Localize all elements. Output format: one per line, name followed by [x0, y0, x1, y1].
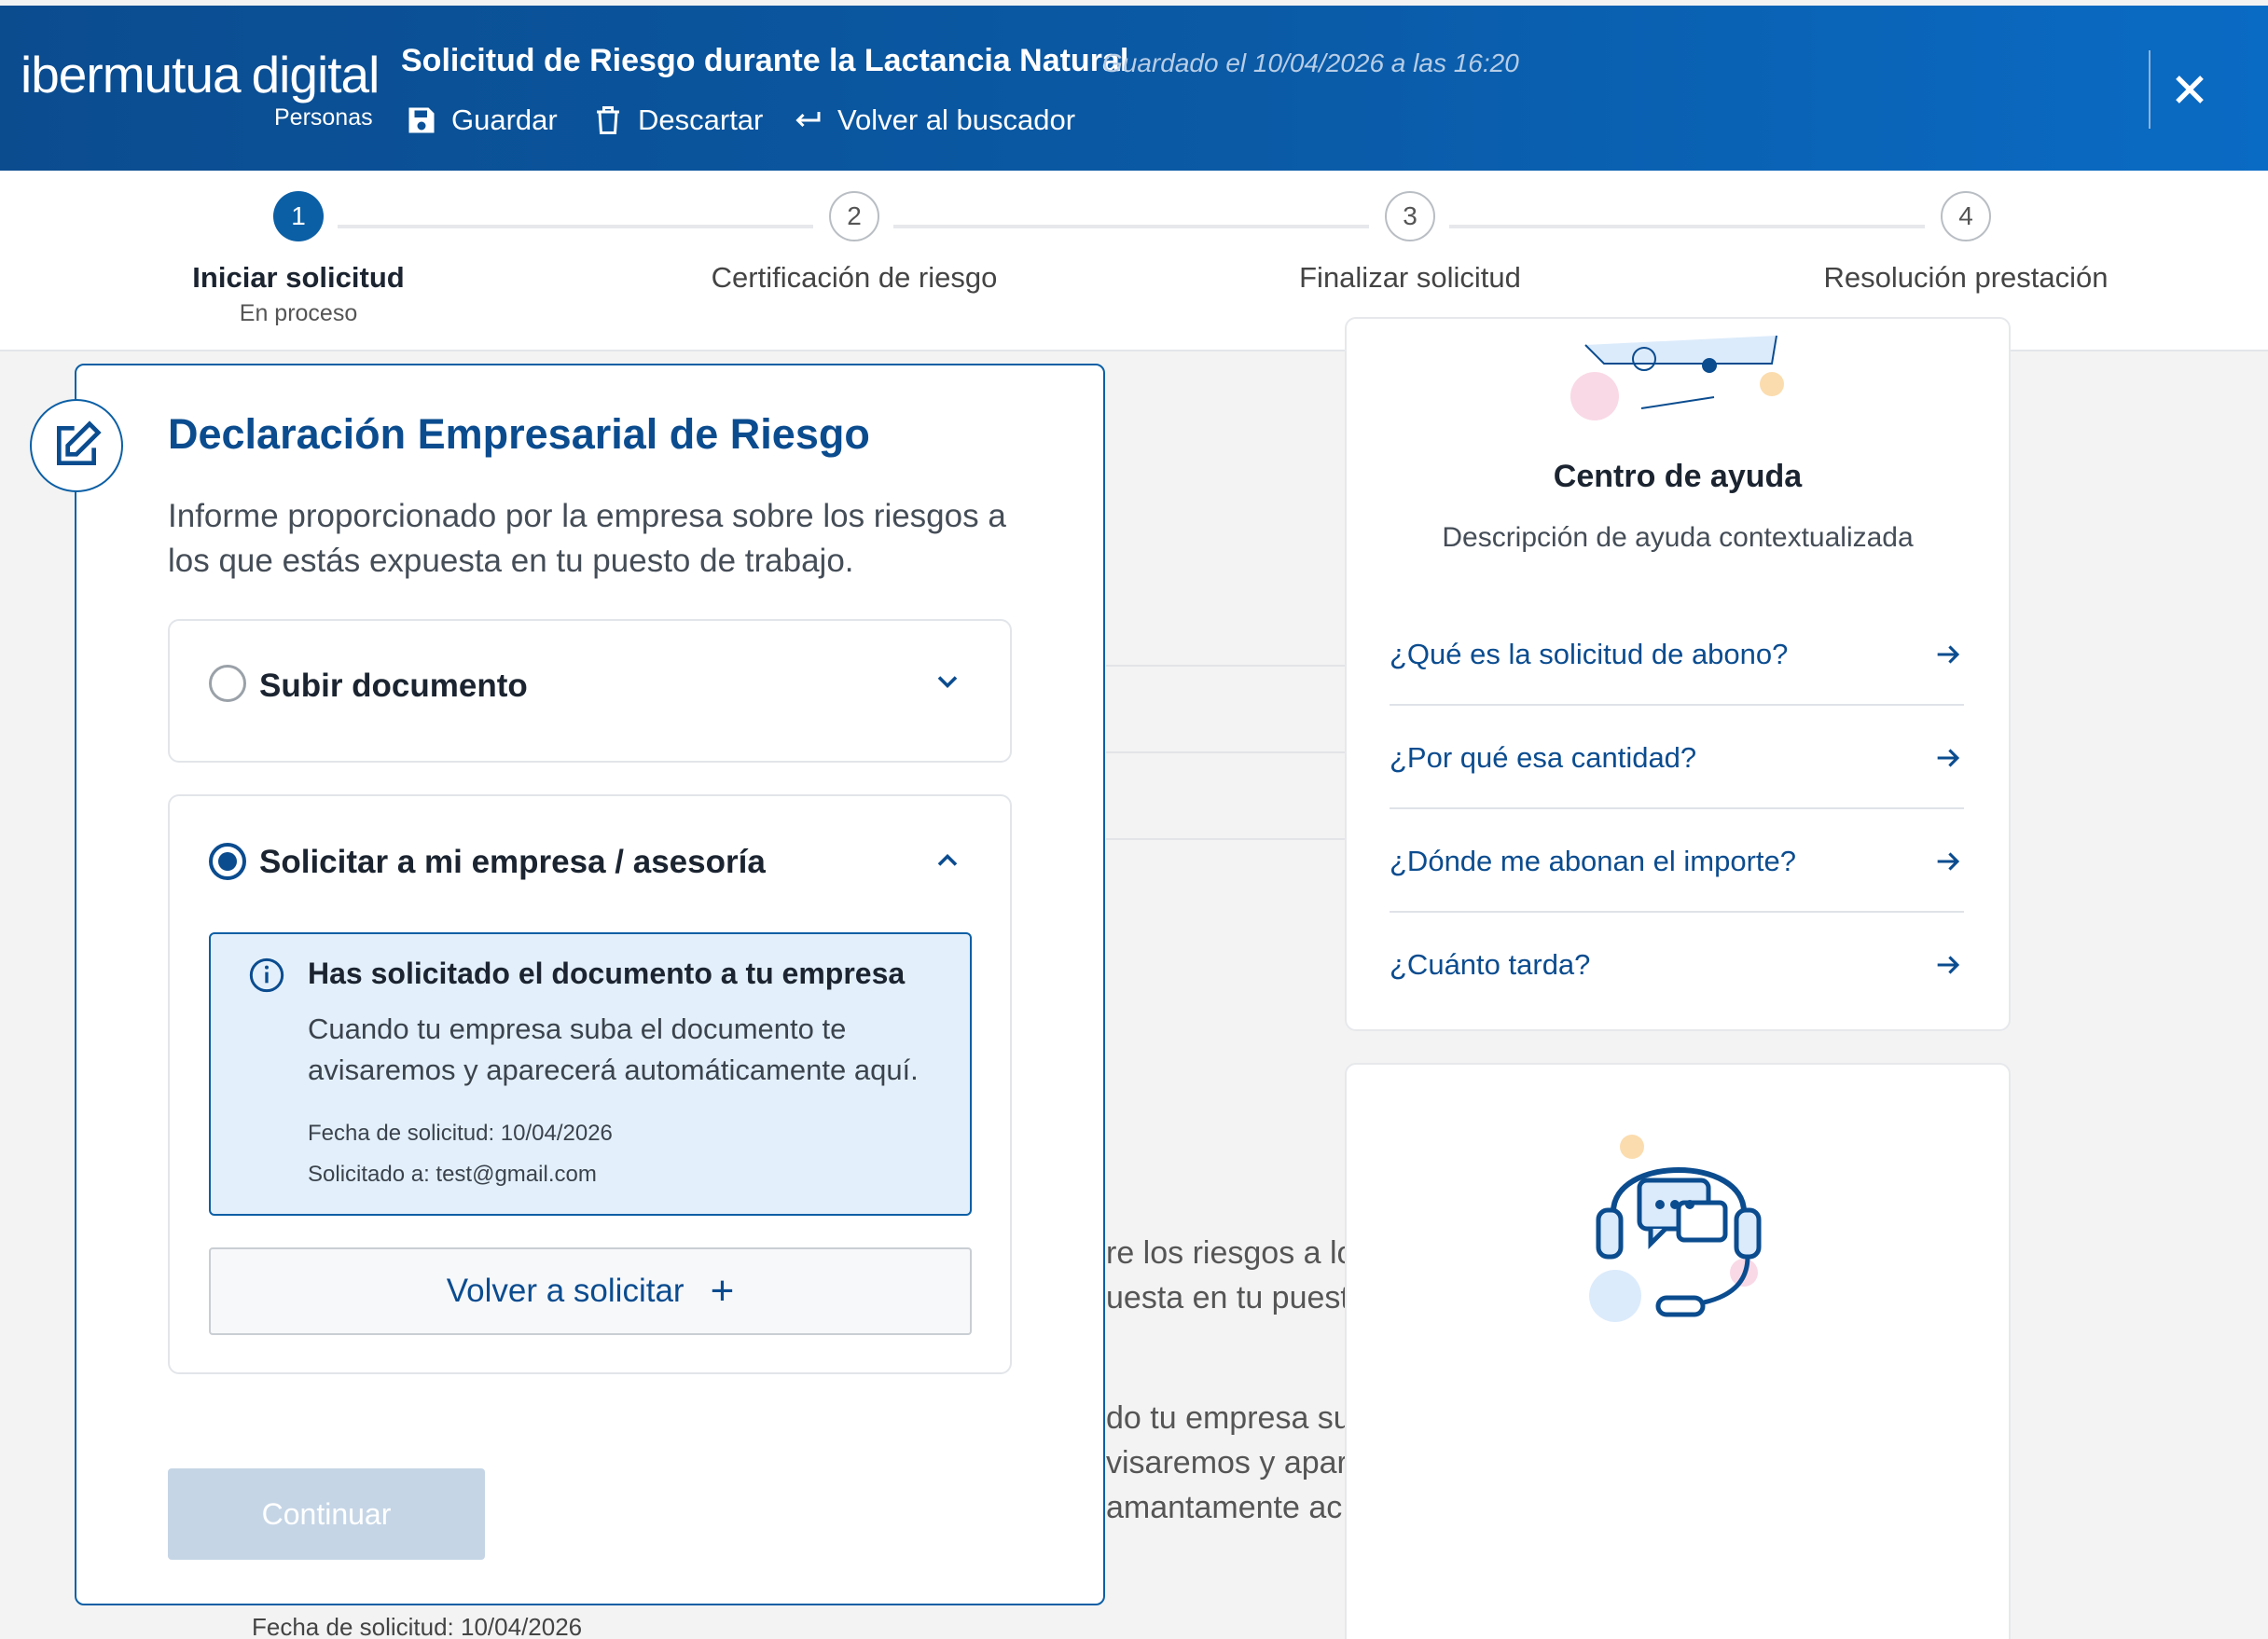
- chevron-up-icon[interactable]: [931, 844, 964, 877]
- faq-link-where-paid[interactable]: ¿Dónde me abonan el importe?: [1390, 833, 1964, 889]
- header-divider: [2149, 50, 2150, 129]
- faq-divider: [1390, 807, 1964, 809]
- discard-label: Descartar: [638, 103, 764, 136]
- step-1-status: En proceso: [239, 300, 358, 326]
- step-3-label: Finalizar solicitud: [1299, 261, 1521, 294]
- upload-document-radio[interactable]: [209, 665, 246, 702]
- arrow-right-icon: [1937, 956, 1960, 974]
- help-center-title: Centro de ayuda: [1553, 459, 1803, 494]
- save-button[interactable]: Guardar: [405, 99, 558, 142]
- background-text: visaremos y apar: [1106, 1445, 1345, 1481]
- step-2-indicator: 2: [829, 191, 879, 241]
- headset-support-icon: [1589, 1135, 1762, 1322]
- faq-link-why-amount[interactable]: ¿Por qué esa cantidad?: [1390, 730, 1964, 786]
- help-center-description: Descripción de ayuda contextualizada: [1442, 522, 1914, 553]
- background-text: re los riesgos a lo: [1106, 1235, 1345, 1271]
- app-header: ibermutua digital Personas Solicitud de R…: [0, 6, 2268, 171]
- discard-button[interactable]: Descartar: [591, 99, 763, 142]
- back-to-search-button[interactable]: Volver al buscador: [791, 99, 1075, 142]
- background-text: Fecha de solicitud: 10/04/2026: [252, 1613, 583, 1639]
- background-text: amantamente ac: [1106, 1490, 1343, 1525]
- info-title: Has solicitado el documento a tu empresa: [308, 957, 906, 990]
- trash-icon: [597, 106, 619, 134]
- step-connector: [1449, 225, 1925, 228]
- page-title: Solicitud de Riesgo durante la Lactancia…: [401, 43, 1129, 78]
- request-company-radio[interactable]: [209, 843, 246, 880]
- background-text: do tu empresa su: [1106, 1400, 1345, 1436]
- brand-logo[interactable]: ibermutua digital: [21, 45, 380, 104]
- edit-badge: [30, 399, 123, 492]
- card-description: Informe proporcionado por la empresa sob…: [168, 498, 1006, 579]
- request-date: Fecha de solicitud: 10/04/2026: [308, 1121, 613, 1146]
- step-3-indicator: 3: [1385, 191, 1435, 241]
- resend-label: Volver a solicitar: [446, 1273, 685, 1309]
- step-4-indicator: 4: [1941, 191, 1991, 241]
- background-divider: [1106, 665, 1345, 667]
- save-label: Guardar: [451, 103, 558, 136]
- help-illustration: [1570, 336, 1784, 420]
- step-connector: [893, 225, 1369, 228]
- background-divider: [1106, 838, 1345, 840]
- requested-to: Solicitado a: test@gmail.com: [308, 1162, 597, 1187]
- faq-link-what-is[interactable]: ¿Qué es la solicitud de abono?: [1390, 627, 1964, 682]
- faq-divider: [1390, 704, 1964, 706]
- card-title: Declaración Empresarial de Riesgo: [168, 410, 870, 458]
- upload-document-label: Subir documento: [259, 668, 528, 704]
- info-body: Cuando tu empresa suba el documento te a…: [308, 1012, 919, 1086]
- faq-link-how-long[interactable]: ¿Cuánto tarda?: [1390, 937, 1964, 993]
- plus-icon: +: [710, 1268, 735, 1314]
- faq-link-label: ¿Cuánto tarda?: [1390, 948, 1591, 981]
- chevron-down-icon[interactable]: [931, 665, 964, 698]
- faq-link-label: ¿Qué es la solicitud de abono?: [1390, 638, 1789, 670]
- step-1-indicator[interactable]: 1: [273, 191, 324, 241]
- brand-logo-subtitle: Personas: [274, 104, 373, 131]
- resend-request-button[interactable]: Volver a solicitar +: [209, 1247, 972, 1335]
- arrow-right-icon: [1937, 645, 1960, 664]
- return-arrow-icon: [795, 112, 821, 128]
- close-icon[interactable]: [2165, 65, 2214, 114]
- back-label: Volver al buscador: [837, 103, 1076, 136]
- save-icon: [408, 107, 435, 133]
- arrow-right-icon: [1937, 852, 1960, 871]
- saved-status: Guardado el 10/04/2026 a las 16:20: [1102, 48, 1519, 77]
- step-2-label: Certificación de riesgo: [711, 261, 998, 294]
- faq-link-label: ¿Por qué esa cantidad?: [1390, 741, 1697, 774]
- step-4-label: Resolución prestación: [1823, 261, 2109, 294]
- background-divider: [1106, 751, 1345, 753]
- step-connector: [338, 225, 813, 228]
- arrow-right-icon: [1937, 749, 1960, 767]
- faq-link-label: ¿Dónde me abonan el importe?: [1390, 845, 1796, 877]
- step-1-label: Iniciar solicitud: [192, 261, 405, 294]
- request-company-label: Solicitar a mi empresa / asesoría: [259, 844, 766, 880]
- background-text: uesta en tu puest: [1106, 1280, 1345, 1315]
- continue-button[interactable]: Continuar: [168, 1468, 485, 1560]
- faq-divider: [1390, 911, 1964, 913]
- info-icon: [249, 957, 284, 993]
- edit-icon: [57, 420, 102, 465]
